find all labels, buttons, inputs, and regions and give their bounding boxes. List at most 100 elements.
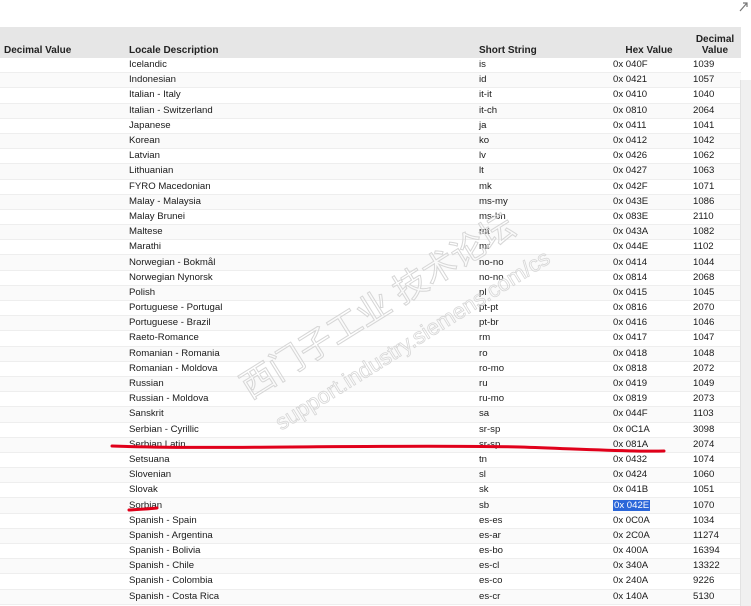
cell-locale-description: Romanian - Romania [125, 346, 475, 362]
cell-short-string: sb [475, 497, 609, 514]
cell-hex-value: 0x 0418 [609, 346, 689, 362]
cell-short-string: es-bo [475, 543, 609, 560]
cell-hex-value: 0x 0426 [609, 148, 689, 165]
cell-short-string: es-es [475, 513, 609, 529]
table-row[interactable]: Portuguese - Brazil pt-br 0x 0416 1046 [0, 315, 741, 332]
cell-locale-description: Polish [125, 285, 475, 302]
table-row[interactable]: Indonesian id 0x 0421 1057 [0, 72, 741, 89]
table-row[interactable]: Italian - Italy it-it 0x 0410 1040 [0, 87, 741, 104]
table-row[interactable]: Malay Brunei ms-bn 0x 083E 2110 [0, 209, 741, 226]
cell-short-string: no-no [475, 254, 609, 271]
cell-decimal: 2068 [689, 270, 741, 286]
table-row[interactable]: Serbian Latin sr-sp 0x 081A 2074 [0, 437, 741, 453]
cell-decimal: 1102 [689, 239, 741, 256]
cell-decimal: 1049 [689, 376, 741, 393]
table-row[interactable]: Raeto-Romance rm 0x 0417 1047 [0, 330, 741, 347]
cell-decimal-value [0, 437, 125, 453]
cell-short-string: it-ch [475, 103, 609, 119]
cell-decimal-value [0, 133, 125, 150]
cell-decimal-value [0, 361, 125, 377]
table-row[interactable]: Romanian - Moldova ro-mo 0x 0818 2072 [0, 361, 741, 377]
cell-decimal: 1103 [689, 406, 741, 423]
cell-short-string: es-co [475, 573, 609, 590]
cell-hex-value: 0x 0818 [609, 361, 689, 377]
cell-decimal: 1034 [689, 513, 741, 529]
cell-decimal-value [0, 497, 125, 514]
cell-hex-value: 0x 043A [609, 224, 689, 241]
table-row[interactable]: Norwegian Nynorsk no-no 0x 0814 2068 [0, 270, 741, 286]
cell-decimal-value [0, 346, 125, 362]
table-row[interactable]: Sanskrit sa 0x 044F 1103 [0, 406, 741, 423]
cell-decimal: 1074 [689, 452, 741, 469]
table-row[interactable]: Icelandic is 0x 040F 1039 [0, 58, 741, 74]
cell-decimal: 2073 [689, 391, 741, 408]
cell-locale-description: FYRO Macedonian [125, 179, 475, 195]
cell-short-string: pt-pt [475, 300, 609, 317]
cell-decimal-value [0, 270, 125, 286]
cell-hex-value: 0x 0421 [609, 72, 689, 89]
cell-decimal: 1071 [689, 179, 741, 195]
cell-decimal-value [0, 391, 125, 408]
cell-decimal-value [0, 452, 125, 469]
cell-short-string: ro [475, 346, 609, 362]
table-row[interactable]: Korean ko 0x 0412 1042 [0, 133, 741, 150]
cell-decimal-value [0, 422, 125, 438]
table-row[interactable]: Portuguese - Portugal pt-pt 0x 0816 2070 [0, 300, 741, 317]
table-row[interactable]: Marathi mr 0x 044E 1102 [0, 239, 741, 256]
cell-decimal-value [0, 72, 125, 89]
table-row[interactable]: Spanish - Costa Rica es-cr 0x 140A 5130 [0, 589, 741, 605]
table-row[interactable]: Japanese ja 0x 0411 1041 [0, 118, 741, 134]
cell-decimal: 9226 [689, 573, 741, 590]
cell-hex-value: 0x 2C0A [609, 528, 689, 545]
table-row[interactable]: Spanish - Colombia es-co 0x 240A 9226 [0, 573, 741, 590]
selected-hex-text[interactable]: 0x 042E [613, 499, 651, 511]
cell-short-string: mt [475, 224, 609, 241]
table-row[interactable]: Polish pl 0x 0415 1045 [0, 285, 741, 302]
table-row[interactable]: Spanish - Bolivia es-bo 0x 400A 16394 [0, 543, 741, 560]
cell-hex-value: 0x 0414 [609, 254, 689, 271]
table-row[interactable]: Maltese mt 0x 043A 1082 [0, 224, 741, 241]
cell-decimal-value [0, 573, 125, 590]
table-row[interactable]: FYRO Macedonian mk 0x 042F 1071 [0, 179, 741, 195]
table-row[interactable]: Setsuana tn 0x 0432 1074 [0, 452, 741, 469]
cell-hex-value: 0x 044F [609, 406, 689, 423]
resize-arrow-icon[interactable] [737, 0, 749, 14]
table-row[interactable]: Russian - Moldova ru-mo 0x 0819 2073 [0, 391, 741, 408]
cell-decimal-value [0, 254, 125, 271]
table-row[interactable]: Slovenian sl 0x 0424 1060 [0, 467, 741, 484]
cell-hex-value: 0x 0410 [609, 87, 689, 104]
table-row[interactable]: Spanish - Argentina es-ar 0x 2C0A 11274 [0, 528, 741, 545]
cell-short-string: sk [475, 482, 609, 499]
cell-locale-description: Indonesian [125, 72, 475, 89]
table-row[interactable]: Norwegian - Bokmål no-no 0x 0414 1044 [0, 254, 741, 271]
cell-decimal: 2064 [689, 103, 741, 119]
cell-short-string: it-it [475, 87, 609, 104]
table-row[interactable]: Romanian - Romania ro 0x 0418 1048 [0, 346, 741, 362]
cell-decimal: 1062 [689, 148, 741, 165]
cell-decimal: 1045 [689, 285, 741, 302]
cell-locale-description: Romanian - Moldova [125, 361, 475, 377]
table-row[interactable]: Russian ru 0x 0419 1049 [0, 376, 741, 393]
cell-locale-description: Spanish - Costa Rica [125, 589, 475, 605]
cell-hex-value: 0x 0424 [609, 467, 689, 484]
table-row[interactable]: Slovak sk 0x 041B 1051 [0, 482, 741, 499]
cell-hex-value: 0x 0411 [609, 118, 689, 134]
table-row[interactable]: Italian - Switzerland it-ch 0x 0810 2064 [0, 103, 741, 119]
cell-decimal-value [0, 543, 125, 560]
cell-decimal: 1041 [689, 118, 741, 134]
table-row[interactable]: Sorbian sb 0x 042E 1070 [0, 497, 741, 514]
table-row[interactable]: Malay - Malaysia ms-my 0x 043E 1086 [0, 194, 741, 210]
table-row[interactable]: Spanish - Spain es-es 0x 0C0A 1034 [0, 513, 741, 529]
cell-decimal: 1070 [689, 497, 741, 514]
table-row[interactable]: Latvian lv 0x 0426 1062 [0, 148, 741, 165]
cell-hex-value: 0x 0419 [609, 376, 689, 393]
cell-short-string: lv [475, 148, 609, 165]
cell-hex-value: 0x 0432 [609, 452, 689, 469]
cell-hex-value: 0x 042E [609, 497, 689, 514]
cell-short-string: es-ar [475, 528, 609, 545]
cell-decimal-value [0, 558, 125, 575]
table-row[interactable]: Spanish - Chile es-cl 0x 340A 13322 [0, 558, 741, 575]
vertical-scrollbar[interactable] [740, 80, 751, 606]
table-row[interactable]: Lithuanian lt 0x 0427 1063 [0, 163, 741, 180]
table-row[interactable]: Serbian - Cyrillic sr-sp 0x 0C1A 3098 [0, 422, 741, 438]
